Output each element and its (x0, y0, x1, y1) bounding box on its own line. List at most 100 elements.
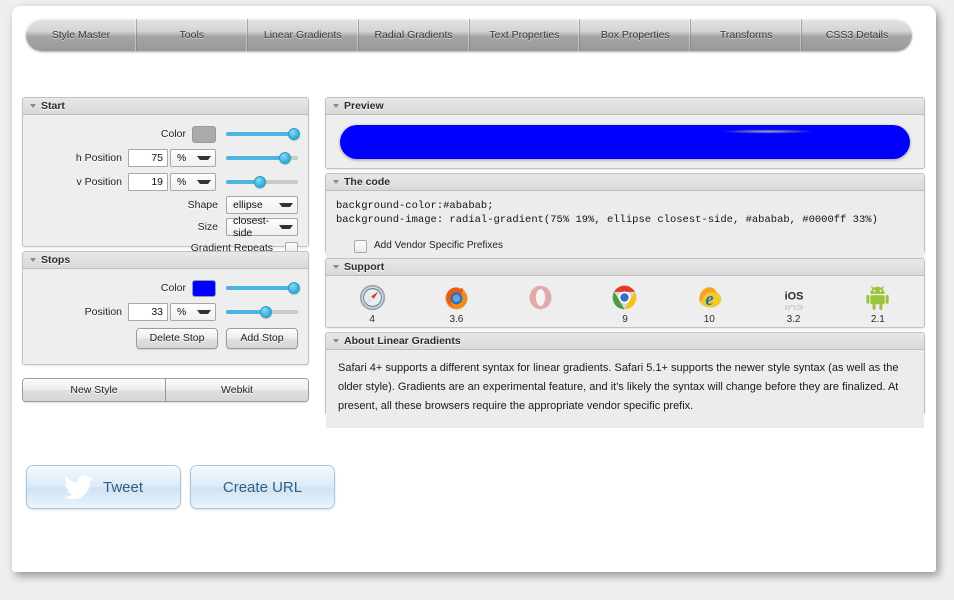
stop-position-unit-select[interactable]: % (170, 303, 216, 321)
h-position-slider[interactable] (226, 149, 298, 167)
tab-label: Box Properties (601, 29, 670, 41)
code-panel-body: background-color:#ababab; background-ima… (326, 191, 924, 259)
shape-value: ellipse (233, 199, 263, 211)
tab-radial-gradients[interactable]: Radial Gradients (359, 19, 470, 51)
start-panel-header[interactable]: Start (23, 98, 308, 115)
internet-explorer-icon: e (694, 282, 724, 312)
slider-fill (226, 132, 294, 136)
v-position-input[interactable]: 19 (128, 173, 168, 191)
shape-label: Shape (188, 199, 218, 211)
about-panel-header[interactable]: About Linear Gradients (326, 333, 924, 350)
tab-box-properties[interactable]: Box Properties (580, 19, 691, 51)
size-value: closest-side (233, 215, 279, 239)
android-icon (863, 282, 893, 312)
ie-version: 10 (704, 314, 715, 326)
about-panel: About Linear Gradients Safari 4+ support… (325, 332, 925, 415)
safari-version: 4 (369, 314, 375, 326)
browser-support-android: 2.1 (836, 282, 920, 326)
create-url-button[interactable]: Create URL (190, 465, 335, 509)
disclosure-triangle-icon[interactable] (333, 265, 339, 269)
start-color-label: Color (161, 128, 186, 140)
tab-tools[interactable]: Tools (137, 19, 248, 51)
new-style-button[interactable]: New Style (23, 379, 166, 401)
stop-position-label: Position (85, 306, 122, 318)
disclosure-triangle-icon[interactable] (333, 104, 339, 108)
slider-knob[interactable] (288, 128, 300, 140)
tab-text-properties[interactable]: Text Properties (470, 19, 581, 51)
h-position-input[interactable]: 75 (128, 149, 168, 167)
shape-select[interactable]: ellipse (226, 196, 298, 214)
ios-icon: iOS iOS (779, 282, 809, 312)
disclosure-triangle-icon[interactable] (333, 180, 339, 184)
start-color-slider[interactable] (226, 125, 298, 143)
delete-stop-button[interactable]: Delete Stop (136, 328, 218, 349)
tab-linear-gradients[interactable]: Linear Gradients (248, 19, 359, 51)
h-position-row: h Position 75 % (33, 147, 298, 169)
slider-knob[interactable] (254, 176, 266, 188)
android-version: 2.1 (871, 314, 885, 326)
size-row: Size closest-side (33, 217, 298, 237)
tweet-label: Tweet (103, 479, 143, 496)
support-panel-header[interactable]: Support (326, 259, 924, 276)
v-position-slider[interactable] (226, 173, 298, 191)
stop-position-unit-value: % (177, 306, 186, 318)
code-panel-header[interactable]: The code (326, 174, 924, 191)
browser-support-ie: e 10 (667, 282, 751, 326)
preview-panel-body (326, 115, 924, 169)
h-position-label: h Position (76, 152, 122, 164)
disclosure-triangle-icon[interactable] (333, 339, 339, 343)
preview-panel-header[interactable]: Preview (326, 98, 924, 115)
tab-style-master[interactable]: Style Master (26, 19, 137, 51)
stop-color-label: Color (161, 282, 186, 294)
size-select[interactable]: closest-side (226, 218, 298, 236)
svg-text:e: e (705, 289, 713, 310)
start-panel: Start Color h Position 75 % (22, 97, 309, 247)
stops-panel-header[interactable]: Stops (23, 252, 308, 269)
stop-color-swatch[interactable] (192, 280, 216, 297)
app-page: Style Master Tools Linear Gradients Radi… (12, 6, 936, 572)
chevron-down-icon (279, 225, 293, 229)
tab-label: Linear Gradients (264, 29, 342, 41)
vendor-prefix-checkbox[interactable] (354, 240, 367, 253)
tab-css3-details[interactable]: CSS3 Details (802, 19, 912, 51)
add-stop-button[interactable]: Add Stop (226, 328, 298, 349)
chrome-icon (610, 282, 640, 312)
tab-label: Text Properties (489, 29, 559, 41)
stop-actions-row: Delete Stop Add Stop (33, 325, 298, 351)
shape-row: Shape ellipse (33, 195, 298, 215)
slider-knob[interactable] (288, 282, 300, 294)
disclosure-triangle-icon[interactable] (30, 104, 36, 108)
chrome-version: 9 (622, 314, 628, 326)
browser-support-ios: iOS iOS 3.2 (751, 282, 835, 326)
firefox-version: 3.6 (449, 314, 463, 326)
stop-position-row: Position 33 % (33, 301, 298, 323)
webkit-button[interactable]: Webkit (166, 379, 308, 401)
create-url-label: Create URL (223, 479, 302, 496)
stops-panel-body: Color Position 33 % (23, 269, 308, 361)
tab-transforms[interactable]: Transforms (691, 19, 802, 51)
stop-position-slider[interactable] (226, 303, 298, 321)
tweet-button[interactable]: Tweet (26, 465, 181, 509)
svg-text:iOS: iOS (784, 291, 803, 303)
slider-knob[interactable] (279, 152, 291, 164)
preview-panel-title: Preview (344, 100, 384, 112)
vendor-prefix-label: Add Vendor Specific Prefixes (374, 239, 503, 253)
code-panel: The code background-color:#ababab; backg… (325, 173, 925, 254)
stop-position-input[interactable]: 33 (128, 303, 168, 321)
h-position-unit-select[interactable]: % (170, 149, 216, 167)
v-position-unit-value: % (177, 176, 186, 188)
chevron-down-icon (197, 310, 211, 314)
twitter-bird-icon (64, 475, 94, 499)
style-button-group: New Style Webkit (22, 378, 309, 402)
support-panel: Support 4 (325, 258, 925, 328)
tab-label: Radial Gradients (374, 29, 452, 41)
stop-color-slider[interactable] (226, 279, 298, 297)
v-position-unit-select[interactable]: % (170, 173, 216, 191)
stops-panel-title: Stops (41, 254, 70, 266)
slider-knob[interactable] (260, 306, 272, 318)
start-panel-title: Start (41, 100, 65, 112)
disclosure-triangle-icon[interactable] (30, 258, 36, 262)
tab-label: Style Master (52, 29, 110, 41)
start-color-swatch[interactable] (192, 126, 216, 143)
support-panel-body: 4 3.6 (326, 276, 924, 330)
